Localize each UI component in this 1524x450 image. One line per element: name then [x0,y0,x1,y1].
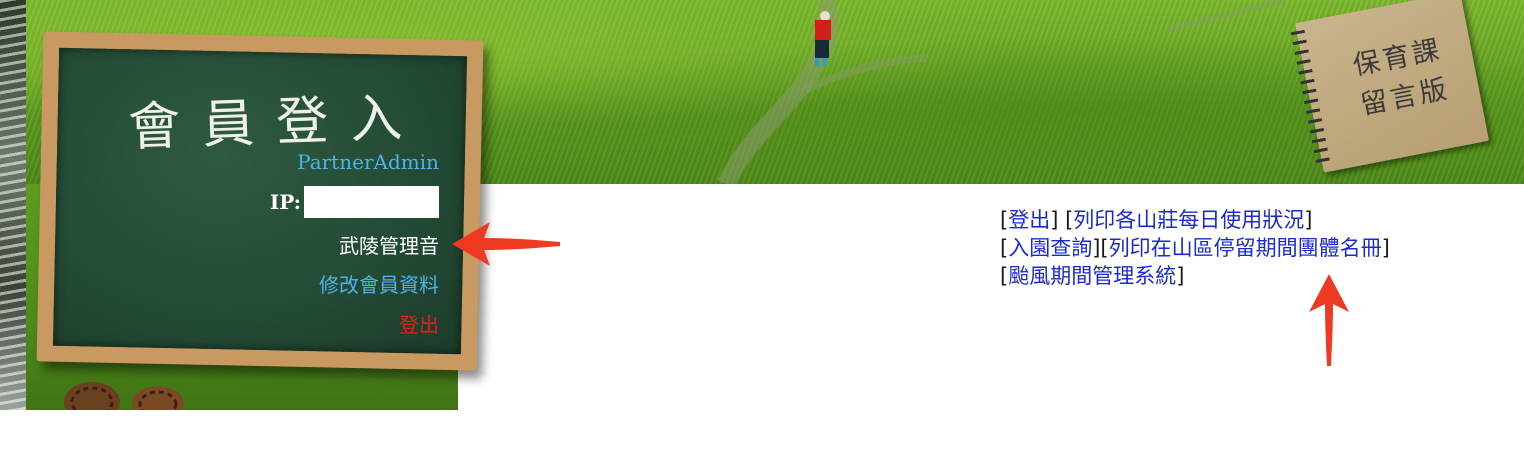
arrow-left-icon [452,222,560,266]
links-row-2: [入園查詢][列印在山區停留期間團體名冊] [1000,236,1390,260]
edit-profile-link[interactable]: 修改會員資料 [319,269,439,298]
print-group-roster-link[interactable]: 列印在山區停留期間團體名冊 [1109,236,1382,260]
login-title: 會員登入 [127,87,426,159]
board-logout-link[interactable]: 登出 [399,309,439,338]
ip-row: IP: [270,186,439,218]
arrow-up-icon [1309,274,1349,366]
hiker-figure [815,11,831,66]
typhoon-system-link[interactable]: 颱風期間管理系統 [1008,264,1176,288]
pinecone-decoration [64,382,184,410]
ip-label: IP: [269,190,301,214]
print-daily-usage-link[interactable]: 列印各山莊每日使用狀況 [1073,208,1304,232]
notebook-label: 保育課 留言版 [1335,27,1468,128]
station-name: 武陵管理音 [339,234,439,258]
links-row-1: [登出] [列印各山莊每日使用狀況] [1000,208,1313,232]
username-label: PartnerAdmin [297,150,439,174]
side-photo-strip [0,0,26,410]
logout-link[interactable]: 登出 [1008,208,1050,232]
ip-redacted-box [304,186,439,218]
entry-query-link[interactable]: 入園查詢 [1008,236,1092,260]
